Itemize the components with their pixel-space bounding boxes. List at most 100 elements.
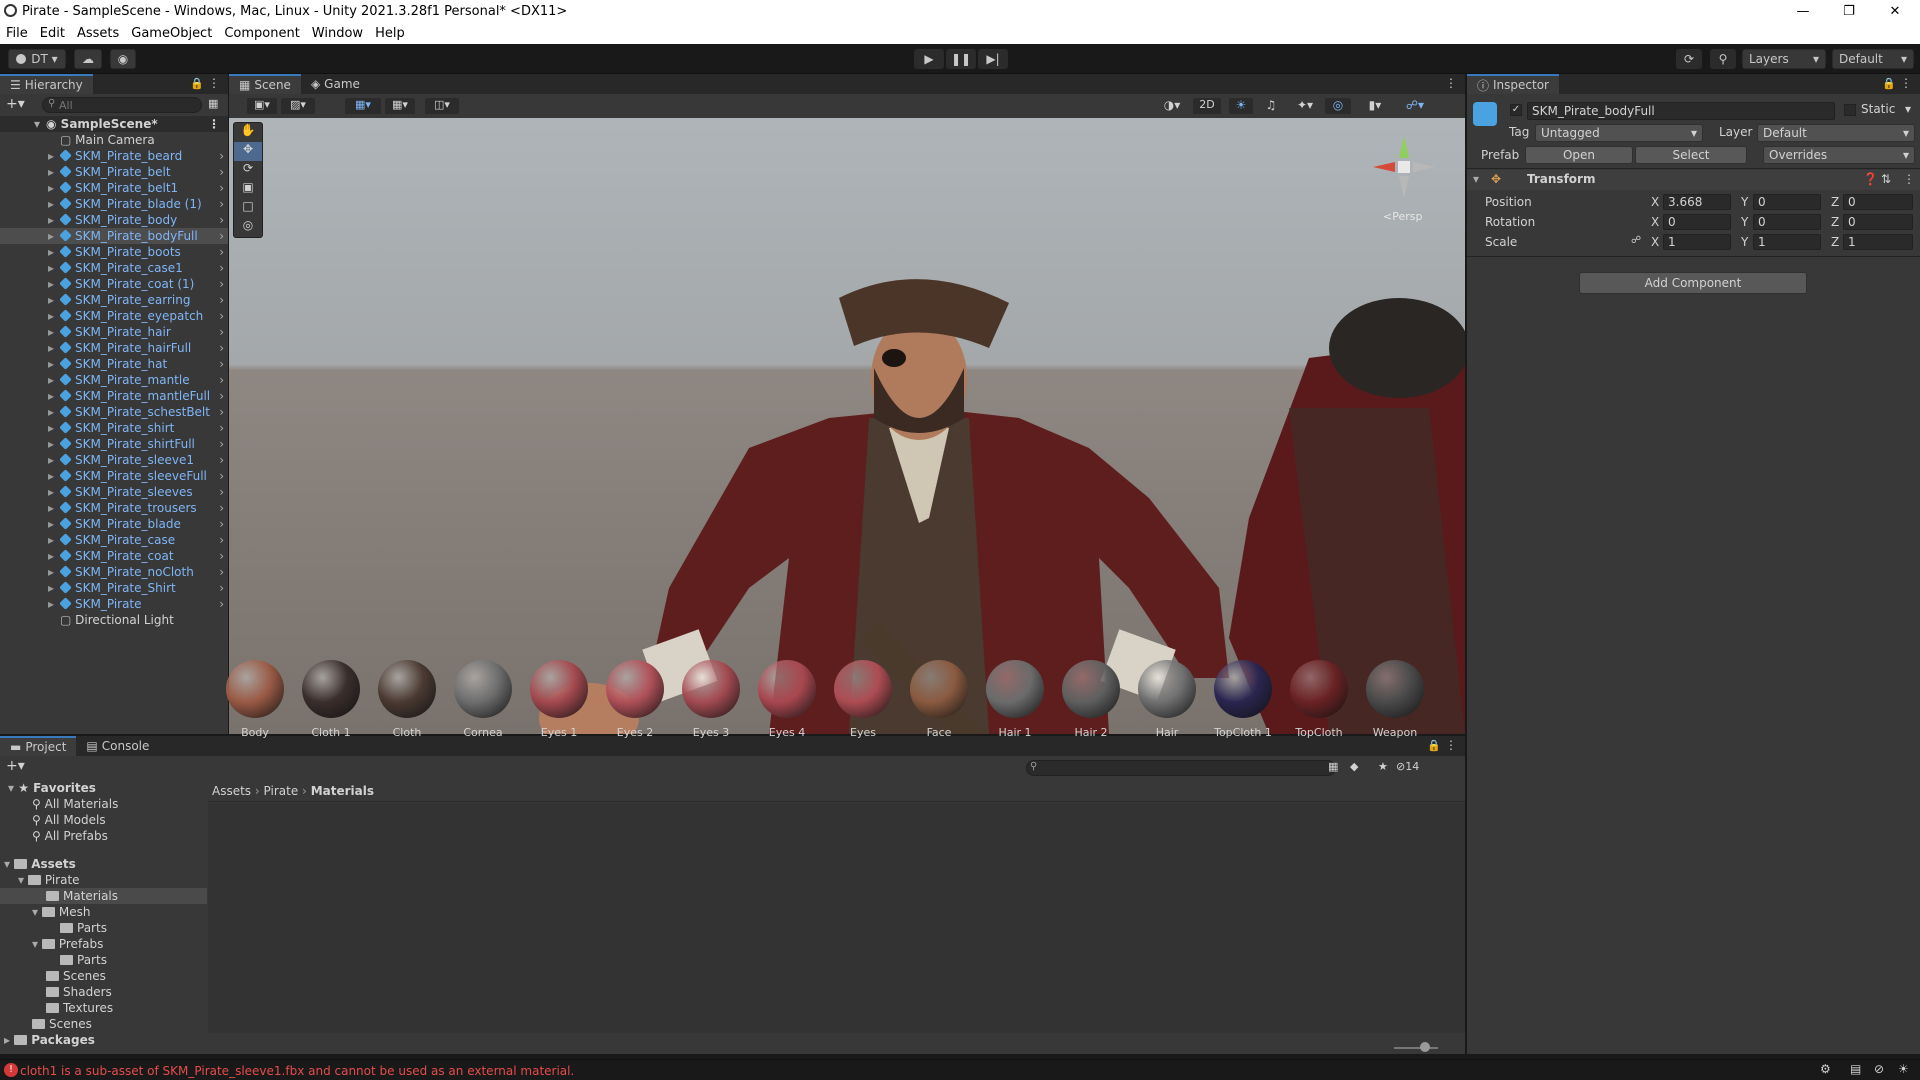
rotation-label[interactable]: Rotation [1485,215,1535,229]
expand-arrow-icon[interactable]: ▸ [48,308,54,324]
breadcrumb-item[interactable]: Materials [311,784,374,798]
hierarchy-item[interactable]: ▸ SKM_Pirate › [0,596,228,612]
expand-arrow-icon[interactable]: ▸ [48,148,54,164]
scale-y-label[interactable]: Y [1741,235,1748,249]
position-y-label[interactable]: Y [1741,195,1748,209]
add-dropdown-button[interactable]: +▾ [6,96,25,112]
scale-x-label[interactable]: X [1651,235,1659,249]
tree-item-parts[interactable]: Parts [0,920,207,936]
hierarchy-item[interactable]: ▸ SKM_Pirate_belt › [0,164,228,180]
expand-arrow-icon[interactable]: ▸ [48,564,54,580]
material-asset[interactable]: Weapon [1362,660,1428,739]
open-prefab-arrow-icon[interactable]: › [219,580,224,596]
expand-arrow-icon[interactable]: ▸ [48,372,54,388]
expand-arrow-icon[interactable]: ▸ [48,436,54,452]
account-dropdown[interactable]: DT ▾ [8,49,66,69]
collab-button[interactable]: ◉ [110,49,136,69]
material-asset[interactable]: Hair [1134,660,1200,739]
hierarchy-item[interactable]: ▸ SKM_Pirate_hair › [0,324,228,340]
prefab-open-button[interactable]: Open [1525,146,1633,164]
rotation-z-field[interactable]: 0 [1843,214,1913,230]
scene-row[interactable]: ▾ ◉ SampleScene* ⋮ [0,116,228,132]
favorite-star-icon[interactable]: ★ [1378,760,1388,773]
material-asset[interactable]: Face [906,660,972,739]
fav-item[interactable]: ⚲ All Models [0,812,207,828]
history-button[interactable]: ⟳ [1676,49,1702,69]
hierarchy-item[interactable]: ▸ SKM_Pirate_case › [0,532,228,548]
lighting-toggle-icon[interactable]: ☀ [1229,98,1253,114]
layers-dropdown[interactable]: Layers ▾ [1742,49,1826,69]
2d-toggle[interactable]: 2D [1193,98,1221,114]
expand-arrow-icon[interactable]: ▸ [48,340,54,356]
hierarchy-item[interactable]: ▸ SKM_Pirate_blade (1) › [0,196,228,212]
snap-increment-button[interactable]: ▦▾ [385,98,415,114]
position-y-field[interactable]: 0 [1753,194,1821,210]
expand-arrow-icon[interactable]: ▸ [48,468,54,484]
hierarchy-item[interactable]: ▢ Directional Light [0,612,228,628]
open-prefab-arrow-icon[interactable]: › [219,148,224,164]
cloud-button[interactable]: ☁ [74,49,102,69]
open-prefab-arrow-icon[interactable]: › [219,356,224,372]
chevron-down-icon[interactable]: ▾ [1905,102,1911,116]
rotation-y-field[interactable]: 0 [1753,214,1821,230]
hierarchy-item[interactable]: ▸ SKM_Pirate_hairFull › [0,340,228,356]
hierarchy-item[interactable]: ▸ SKM_Pirate_sleeves › [0,484,228,500]
open-prefab-arrow-icon[interactable]: › [219,404,224,420]
position-label[interactable]: Position [1485,195,1532,209]
expand-arrow-icon[interactable]: ▸ [48,484,54,500]
tab-inspector[interactable]: ⓘ Inspector [1467,74,1559,94]
progress-icon[interactable]: ⊘ [1874,1062,1884,1076]
hierarchy-item[interactable]: ▸ SKM_Pirate_coat (1) › [0,276,228,292]
step-button[interactable]: ▶| [978,49,1008,69]
material-asset[interactable]: Eyes 1 [526,660,592,739]
tab-scene[interactable]: ▦ Scene [229,74,301,94]
shading-dropdown[interactable]: ▨▾ [281,98,315,114]
tree-item-parts[interactable]: Parts [0,952,207,968]
kebab-menu-icon[interactable]: ⋮ [1445,76,1457,90]
open-prefab-arrow-icon[interactable]: › [219,292,224,308]
pause-button[interactable]: ❚❚ [946,49,976,69]
scene-search-icon[interactable]: ▦ [208,97,218,110]
open-prefab-arrow-icon[interactable]: › [219,228,224,244]
hierarchy-item[interactable]: ▸ SKM_Pirate_mantle › [0,372,228,388]
position-z-field[interactable]: 0 [1843,194,1913,210]
menu-edit[interactable]: Edit [34,26,71,41]
minimize-button[interactable]: — [1780,0,1826,22]
camera-settings-dropdown[interactable]: ▮▾ [1357,98,1393,114]
open-prefab-arrow-icon[interactable]: › [219,372,224,388]
open-prefab-arrow-icon[interactable]: › [219,420,224,436]
menu-assets[interactable]: Assets [71,26,125,41]
kebab-menu-icon[interactable]: ⋮ [208,76,220,90]
open-prefab-arrow-icon[interactable]: › [219,564,224,580]
open-prefab-arrow-icon[interactable]: › [219,436,224,452]
menu-window[interactable]: Window [306,26,369,41]
material-asset[interactable]: Body [222,660,288,739]
expand-arrow-icon[interactable]: ▸ [48,388,54,404]
open-prefab-arrow-icon[interactable]: › [219,308,224,324]
hierarchy-item[interactable]: ▸ SKM_Pirate_eyepatch › [0,308,228,324]
rotate-tool-icon[interactable]: ⟳ [234,161,262,180]
expand-arrow-icon[interactable]: ▸ [48,324,54,340]
tab-project[interactable]: ▬ Project [0,736,77,756]
scale-z-label[interactable]: Z [1831,235,1839,249]
cache-icon[interactable]: ▤ [1850,1062,1861,1076]
audio-toggle-icon[interactable]: ♫ [1259,98,1283,114]
material-asset[interactable]: Cloth [374,660,440,739]
material-asset[interactable]: Hair 2 [1058,660,1124,739]
expand-arrow-icon[interactable]: ▸ [48,420,54,436]
expand-arrow-icon[interactable]: ▸ [48,260,54,276]
open-prefab-arrow-icon[interactable]: › [219,340,224,356]
open-prefab-arrow-icon[interactable]: › [219,388,224,404]
play-button[interactable]: ▶ [914,49,944,69]
orientation-gizmo[interactable] [1369,132,1439,202]
menu-help[interactable]: Help [369,26,411,41]
prefab-select-button[interactable]: Select [1635,146,1747,164]
icon-size-slider-thumb[interactable] [1420,1042,1430,1052]
hierarchy-item[interactable]: ▸ SKM_Pirate_beard › [0,148,228,164]
expand-arrow-icon[interactable]: ▸ [48,596,54,612]
open-prefab-arrow-icon[interactable]: › [219,324,224,340]
icon-size-slider[interactable] [1394,1047,1438,1049]
lock-icon[interactable]: 🔒 [1427,739,1441,752]
hierarchy-item[interactable]: ▸ SKM_Pirate_blade › [0,516,228,532]
menu-gameobject[interactable]: GameObject [125,26,218,41]
